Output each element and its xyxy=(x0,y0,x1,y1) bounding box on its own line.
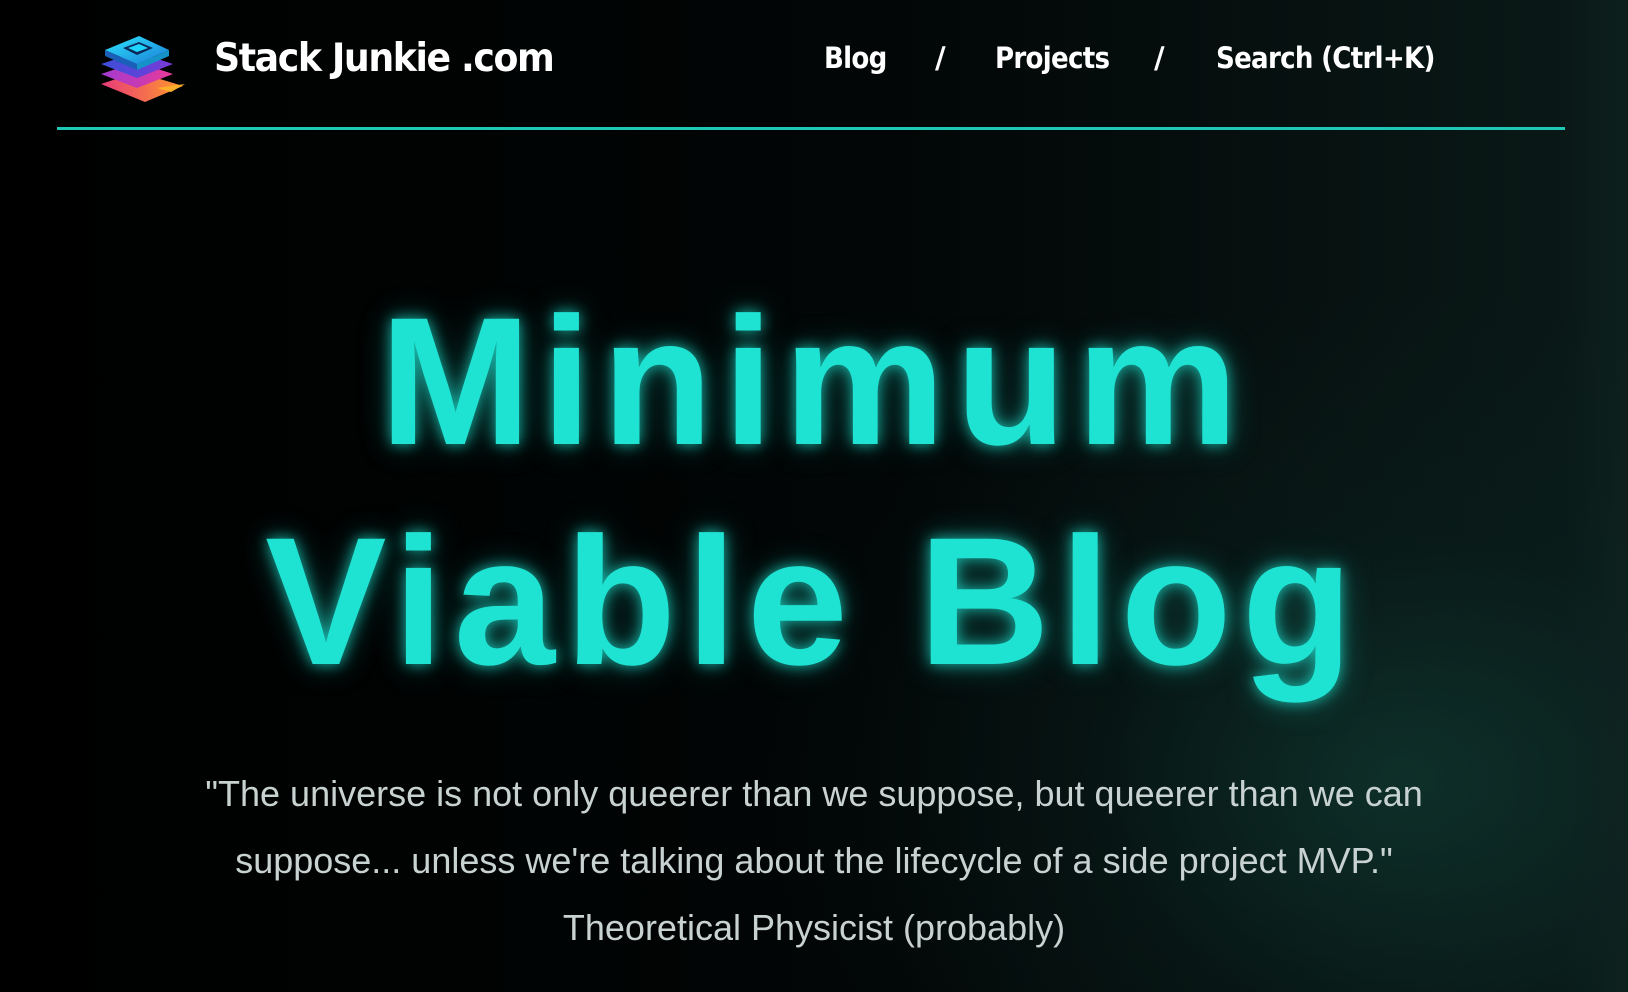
nav-link-blog[interactable]: Blog xyxy=(824,41,887,75)
nav-separator: / xyxy=(935,41,946,75)
stacked-layers-icon xyxy=(101,36,185,102)
scroll-area-edge xyxy=(1564,0,1628,992)
hero-title-line1: Minimum xyxy=(379,279,1249,483)
site-header: Stack Junkie .com Blog / Projects / Sear… xyxy=(57,0,1565,130)
nav-link-projects[interactable]: Projects xyxy=(995,41,1110,75)
site-logo-link[interactable] xyxy=(97,28,189,106)
hero-title-line2: Viable Blog xyxy=(265,499,1363,703)
hero-quote: "The universe is not only queerer than w… xyxy=(205,773,1423,948)
nav-link-search[interactable]: Search (Ctrl+K) xyxy=(1216,41,1435,75)
nav-separator: / xyxy=(1154,41,1165,75)
site-name-link[interactable]: Stack Junkie .com xyxy=(214,36,555,81)
